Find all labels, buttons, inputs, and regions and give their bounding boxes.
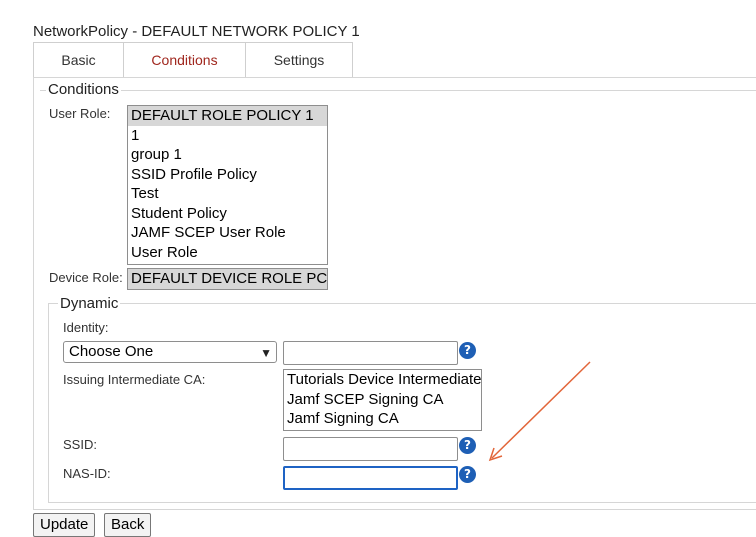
tab-conditions[interactable]: Conditions	[123, 42, 246, 77]
identity-text-input[interactable]	[283, 341, 458, 365]
identity-help-icon[interactable]: ?	[459, 342, 476, 359]
conditions-legend: Conditions	[46, 81, 121, 98]
identity-select[interactable]: Choose One ▼	[63, 341, 277, 363]
user-role-label: User Role:	[49, 106, 111, 121]
issuing-ca-option[interactable]: Tutorials Device Intermediate	[284, 370, 481, 390]
issuing-ca-option[interactable]: Jamf Signing CA	[284, 409, 481, 429]
back-button[interactable]: Back	[104, 513, 152, 537]
nas-id-help-icon[interactable]: ?	[459, 466, 476, 483]
user-role-listbox[interactable]: DEFAULT ROLE POLICY 1 1 group 1 SSID Pro…	[127, 105, 328, 265]
identity-select-value: Choose One	[69, 343, 154, 360]
page-title: NetworkPolicy - DEFAULT NETWORK POLICY 1	[33, 23, 360, 40]
chevron-down-icon: ▼	[260, 346, 272, 360]
issuing-ca-listbox[interactable]: Tutorials Device Intermediate Jamf SCEP …	[283, 369, 482, 431]
update-button[interactable]: Update	[33, 513, 96, 537]
tab-bar: Basic Conditions Settings	[33, 42, 353, 78]
conditions-fieldset-border	[40, 90, 756, 91]
nas-id-label: NAS-ID:	[63, 466, 111, 481]
user-role-option[interactable]: JAMF SCEP User Role	[128, 223, 327, 243]
ssid-help-icon[interactable]: ?	[459, 437, 476, 454]
user-role-option[interactable]: User Role	[128, 243, 327, 263]
device-role-listbox[interactable]: DEFAULT DEVICE ROLE PC	[127, 268, 328, 290]
tab-basic[interactable]: Basic	[33, 42, 123, 77]
ssid-input[interactable]	[283, 437, 458, 461]
device-role-label: Device Role:	[49, 270, 123, 285]
user-role-option[interactable]: SSID Profile Policy	[128, 165, 327, 185]
user-role-option[interactable]: Test	[128, 184, 327, 204]
user-role-option[interactable]: 1	[128, 126, 327, 146]
user-role-option[interactable]: group 1	[128, 145, 327, 165]
tab-settings[interactable]: Settings	[246, 42, 353, 77]
dynamic-legend: Dynamic	[58, 295, 121, 312]
identity-label: Identity:	[63, 320, 109, 335]
issuing-ca-label: Issuing Intermediate CA:	[63, 372, 206, 387]
user-role-option[interactable]: Student Policy	[128, 204, 327, 224]
nas-id-input[interactable]	[283, 466, 458, 490]
issuing-ca-option[interactable]: Jamf SCEP Signing CA	[284, 390, 481, 410]
user-role-option[interactable]: DEFAULT ROLE POLICY 1	[128, 106, 327, 126]
ssid-label: SSID:	[63, 437, 97, 452]
